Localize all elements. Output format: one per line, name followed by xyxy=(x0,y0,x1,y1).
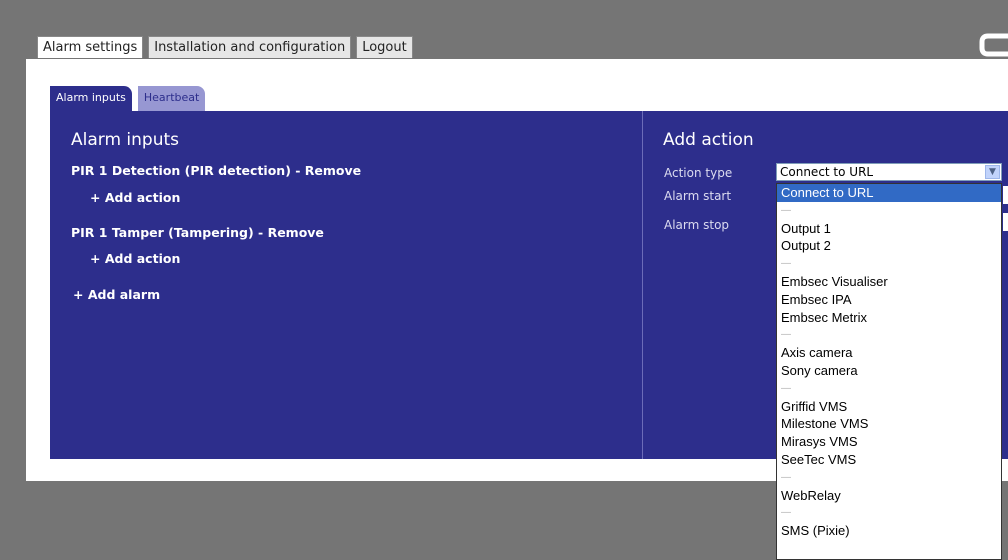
alarm-item-pir-detection[interactable]: PIR 1 Detection (PIR detection) - Remove xyxy=(71,163,361,178)
add-action-link[interactable]: + Add action xyxy=(90,251,180,266)
add-action-link[interactable]: + Add action xyxy=(90,190,180,205)
alarm-start-input[interactable] xyxy=(1003,186,1008,204)
add-action-heading: Add action xyxy=(663,130,754,150)
tab-heartbeat[interactable]: Heartbeat xyxy=(137,86,206,111)
chevron-down-icon[interactable]: ▼ xyxy=(985,165,1000,179)
option-separator: — xyxy=(781,329,791,341)
main-tab-bar: Alarm settings Installation and configur… xyxy=(37,36,413,58)
action-type-select[interactable]: Connect to URL ▼ xyxy=(776,163,1002,181)
dropdown-option[interactable]: SeeTec VMS xyxy=(777,451,1001,469)
brand-logo xyxy=(979,33,1008,57)
sub-tab-bar: Alarm inputs Heartbeat xyxy=(50,86,206,111)
dropdown-option[interactable]: Axis camera xyxy=(777,344,1001,362)
tab-logout[interactable]: Logout xyxy=(356,36,413,58)
dropdown-option[interactable]: WebRelay xyxy=(777,487,1001,505)
alarm-item-pir-tamper[interactable]: PIR 1 Tamper (Tampering) - Remove xyxy=(71,225,324,240)
column-divider xyxy=(642,111,643,459)
dropdown-option[interactable]: Sony camera xyxy=(777,362,1001,380)
action-type-value: Connect to URL xyxy=(780,165,874,179)
option-separator: — xyxy=(781,204,791,216)
action-type-options: Connect to URL — Output 1 Output 2 — Embsec V… xyxy=(776,183,1002,560)
dropdown-option[interactable]: SMS (Pixie) xyxy=(777,522,1001,540)
option-separator: — xyxy=(781,471,791,483)
alarm-inputs-heading: Alarm inputs xyxy=(71,130,180,150)
dropdown-option[interactable]: Embsec Metrix xyxy=(777,309,1001,327)
dropdown-option[interactable]: Embsec IPA xyxy=(777,291,1001,309)
dropdown-option[interactable]: Output 2 xyxy=(777,237,1001,255)
dropdown-option[interactable]: Embsec Visualiser xyxy=(777,273,1001,291)
option-separator: — xyxy=(781,382,791,394)
dropdown-option[interactable]: Mirasys VMS xyxy=(777,433,1001,451)
option-separator: — xyxy=(781,258,791,270)
dropdown-option[interactable]: Output 1 xyxy=(777,220,1001,238)
dropdown-option[interactable]: Griffid VMS xyxy=(777,398,1001,416)
tab-alarm-settings[interactable]: Alarm settings xyxy=(37,36,144,58)
dropdown-option[interactable]: Connect to URL xyxy=(777,184,1001,202)
tab-installation-configuration[interactable]: Installation and configuration xyxy=(148,36,352,58)
alarm-stop-input[interactable] xyxy=(1003,213,1008,231)
dropdown-option[interactable]: Milestone VMS xyxy=(777,415,1001,433)
action-type-label: Action type xyxy=(664,166,733,180)
alarm-stop-label: Alarm stop xyxy=(664,218,730,232)
add-alarm-link[interactable]: + Add alarm xyxy=(73,287,160,302)
option-separator: — xyxy=(781,507,791,519)
alarm-start-label: Alarm start xyxy=(664,189,732,203)
tab-alarm-inputs[interactable]: Alarm inputs xyxy=(50,86,132,111)
